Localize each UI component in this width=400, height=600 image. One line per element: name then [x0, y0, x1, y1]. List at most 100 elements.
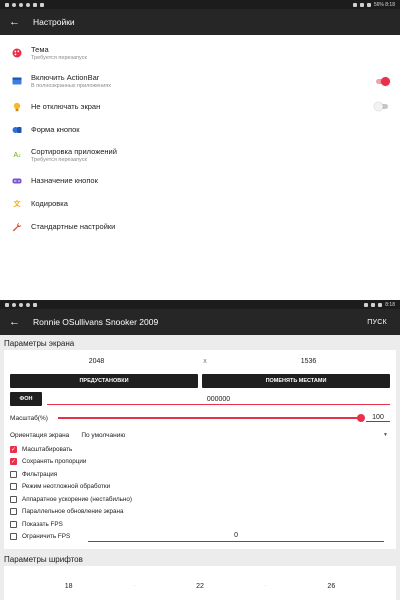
checkbox-box[interactable]: [10, 470, 17, 478]
font-size-medium[interactable]: 22: [135, 583, 264, 590]
image-icon: [33, 302, 37, 307]
checkbox-label: Ограничить FPS: [22, 533, 71, 541]
checkbox-box[interactable]: [10, 520, 17, 528]
setting-defaults[interactable]: Стандартные настройки: [0, 215, 400, 238]
setting-label: Не отключать экран: [31, 102, 101, 111]
setting-label: Стандартные настройки: [31, 222, 116, 231]
checkbox-label: Фильтрация: [22, 470, 58, 478]
scale-row: Масштаб(%) 100: [4, 409, 396, 427]
orientation-select[interactable]: По умолчанию ▼: [81, 432, 390, 439]
setting-actionbar[interactable]: Включить ActionBar В полноэкранных прило…: [0, 67, 400, 95]
screen-settings-card: 2048 x 1536 ПРЕДУСТАНОВКИ ПОМЕНЯТЬ МЕСТА…: [4, 350, 396, 549]
settings-list: Тема Требуется перезапуск Включить Actio…: [0, 35, 400, 238]
width-input[interactable]: 2048: [4, 358, 189, 365]
setting-sub: Требуется перезапуск: [31, 55, 87, 61]
checkbox-keep-aspect[interactable]: ✓ Сохранять пропорции: [4, 456, 396, 469]
scale-label: Масштаб(%): [10, 414, 48, 422]
screen-section-title: Параметры экрана: [4, 339, 75, 348]
phone-icon: [19, 2, 23, 7]
checkbox-box[interactable]: [10, 495, 17, 503]
presets-button[interactable]: ПРЕДУСТАНОВКИ: [10, 373, 198, 388]
palette-icon: [12, 48, 22, 58]
whatsapp-icon: [12, 302, 16, 307]
status-bar: 8:18: [0, 300, 400, 309]
bulb-icon: [12, 102, 22, 112]
font-size-large[interactable]: 26: [267, 583, 396, 590]
phone-icon: [19, 302, 23, 307]
checkbox-immediate-mode[interactable]: Режим неотложной обработки: [4, 481, 396, 494]
checkbox-box[interactable]: [10, 533, 17, 541]
checkbox-box[interactable]: ✓: [10, 445, 17, 453]
setting-sort-apps[interactable]: AZ Сортировка приложений Требуется перез…: [0, 141, 400, 169]
checkbox-parallel-update[interactable]: Параллельное обновление экрана: [4, 506, 396, 519]
checkbox-label: Параллельное обновление экрана: [22, 508, 124, 516]
checkbox-filtering[interactable]: Фильтрация: [4, 468, 396, 481]
background-color-input[interactable]: 000000: [47, 393, 390, 405]
checkbox-label: Сохранять пропорции: [22, 458, 87, 466]
fps-limit-input[interactable]: 0: [88, 532, 384, 542]
chrome-icon: [26, 302, 30, 307]
battery-icon: [378, 302, 383, 307]
download-icon: [40, 2, 44, 7]
scale-slider[interactable]: [57, 414, 365, 422]
orientation-label: Ориентация экрана: [10, 431, 70, 439]
checkbox-label: Показать FPS: [22, 520, 63, 528]
sort-az-icon: AZ: [13, 151, 21, 159]
status-bar: 56% 8:18: [0, 0, 400, 9]
checkbox-limit-fps[interactable]: Ограничить FPS 0: [4, 531, 396, 544]
orientation-value: По умолчанию: [81, 431, 126, 439]
chrome-icon: [26, 2, 30, 7]
back-arrow-icon[interactable]: ←: [9, 316, 27, 328]
gamepad-icon: [12, 176, 22, 186]
slider-thumb[interactable]: [357, 414, 365, 422]
height-input[interactable]: 1536: [221, 358, 396, 365]
setting-label: Форма кнопок: [31, 125, 80, 134]
checkbox-label: Режим неотложной обработки: [22, 483, 111, 491]
launch-appbar: ← Ronnie OSullivans Snooker 2009 ПУСК: [0, 309, 400, 335]
font-settings-card: 18 · 22 · 26: [4, 566, 396, 600]
checkbox-show-fps[interactable]: Показать FPS: [4, 518, 396, 531]
setting-sub: В полноэкранных приложениях: [31, 83, 112, 89]
game-title: Ronnie OSullivans Snooker 2009: [33, 317, 159, 327]
swap-button[interactable]: ПОМЕНЯТЬ МЕСТАМИ: [202, 373, 390, 388]
settings-appbar: ← Настройки: [0, 9, 400, 35]
launch-button[interactable]: ПУСК: [367, 319, 387, 326]
setting-button-shape[interactable]: Форма кнопок: [0, 118, 400, 141]
setting-label: Назначение кнопок: [31, 176, 98, 185]
status-clock: 8:18: [385, 301, 395, 308]
actionbar-toggle[interactable]: [376, 76, 390, 86]
background-button[interactable]: ФОН: [10, 392, 42, 406]
checkbox-label: Аппаратное ускорение (нестабильно): [22, 495, 133, 503]
checkbox-box[interactable]: [10, 508, 17, 516]
setting-label: Сортировка приложений: [31, 147, 117, 156]
orientation-row: Ориентация экрана По умолчанию ▼: [4, 427, 396, 443]
setting-sub: Требуется перезапуск: [31, 157, 87, 163]
setting-theme[interactable]: Тема Требуется перезапуск: [0, 39, 400, 67]
translate-icon: 文: [13, 200, 21, 208]
button-shape-icon: [12, 125, 22, 135]
setting-button-mapping[interactable]: Назначение кнопок: [0, 169, 400, 192]
setting-label: Тема: [31, 45, 49, 54]
background-row: ФОН 000000: [4, 389, 396, 409]
scale-value-input[interactable]: 100: [366, 414, 390, 422]
launch-screen: 8:18 ← Ronnie OSullivans Snooker 2009 ПУ…: [0, 300, 400, 600]
checkbox-scale[interactable]: ✓ Масштабировать: [4, 443, 396, 456]
resolution-row: 2048 x 1536: [4, 350, 396, 372]
silent-icon: [352, 2, 357, 7]
checkbox-box[interactable]: [10, 483, 17, 491]
setting-keep-screen-on[interactable]: Не отключать экран: [0, 95, 400, 118]
notification-icon: [5, 302, 9, 307]
setting-encoding[interactable]: 文 Кодировка: [0, 192, 400, 215]
battery-icon: [366, 2, 371, 7]
silent-icon: [364, 302, 369, 307]
status-clock: 56% 8:18: [373, 1, 395, 8]
font-size-small[interactable]: 18: [4, 583, 133, 590]
keep-screen-toggle[interactable]: [374, 102, 388, 111]
toggle-knob: [374, 102, 383, 111]
checkbox-box[interactable]: ✓: [10, 458, 17, 466]
checkbox-hw-accel[interactable]: Аппаратное ускорение (нестабильно): [4, 493, 396, 506]
preset-buttons-row: ПРЕДУСТАНОВКИ ПОМЕНЯТЬ МЕСТАМИ: [4, 372, 396, 389]
wrench-icon: [12, 222, 22, 232]
back-arrow-icon[interactable]: ←: [9, 16, 27, 28]
signal-icon: [359, 2, 364, 7]
